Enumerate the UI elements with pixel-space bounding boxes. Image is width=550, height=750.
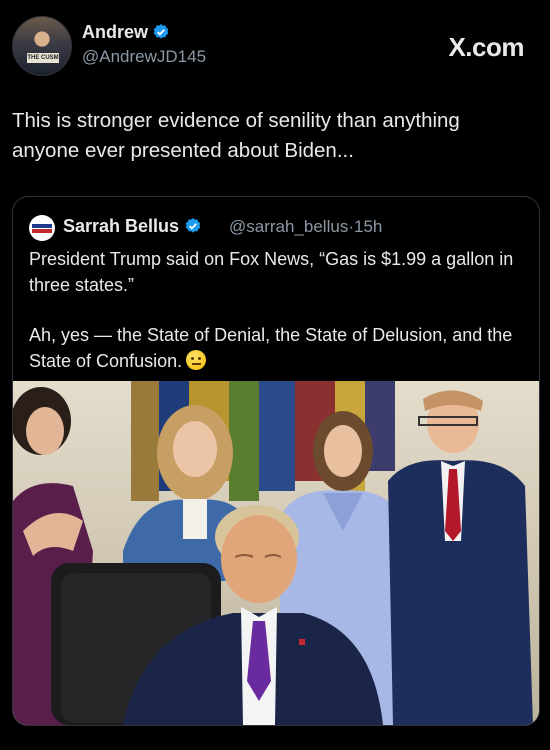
quoted-paragraph-2-wrap: Ah, yes — the State of Denial, the State… (29, 323, 521, 374)
author-name[interactable]: Andrew (82, 22, 170, 43)
author-handle[interactable]: @AndrewJD145 (82, 47, 206, 67)
oval-office-photo (13, 381, 539, 725)
quoted-author-name-label: Sarrah Bellus (63, 216, 180, 236)
quoted-post-time[interactable]: 15h (354, 217, 382, 236)
quoted-post-text: President Trump said on Fox News, “Gas i… (29, 247, 521, 374)
quoted-author-name[interactable]: Sarrah Bellus (63, 216, 202, 237)
post-header: THE CUSM Andrew @AndrewJD145 X.com (12, 14, 538, 78)
quoted-paragraph-1: President Trump said on Fox News, “Gas i… (29, 249, 514, 295)
quoted-post-photo[interactable] (13, 381, 539, 725)
quoted-post[interactable]: Sarrah Bellus @sarrah_bellus·15h Preside… (12, 196, 540, 726)
brand-logo: X.com (448, 32, 524, 63)
quoted-author-meta: @sarrah_bellus·15h (229, 217, 382, 237)
author-avatar[interactable]: THE CUSM (12, 16, 72, 76)
verified-badge-icon (185, 218, 201, 233)
brand-label: X.com (448, 32, 524, 62)
avatar-sign: THE CUSM (27, 53, 59, 63)
quoted-paragraph-2: Ah, yes — the State of Denial, the State… (29, 325, 513, 371)
post-text: This is stronger evidence of senility th… (12, 109, 460, 162)
author-name-label: Andrew (82, 22, 149, 42)
quoted-author-handle[interactable]: @sarrah_bellus (229, 217, 348, 236)
face-with-raised-eyebrow-icon (186, 349, 207, 370)
quoted-author-avatar[interactable] (29, 215, 55, 241)
verified-badge-icon (153, 24, 169, 39)
quoted-post-header: Sarrah Bellus @sarrah_bellus·15h (29, 215, 519, 241)
